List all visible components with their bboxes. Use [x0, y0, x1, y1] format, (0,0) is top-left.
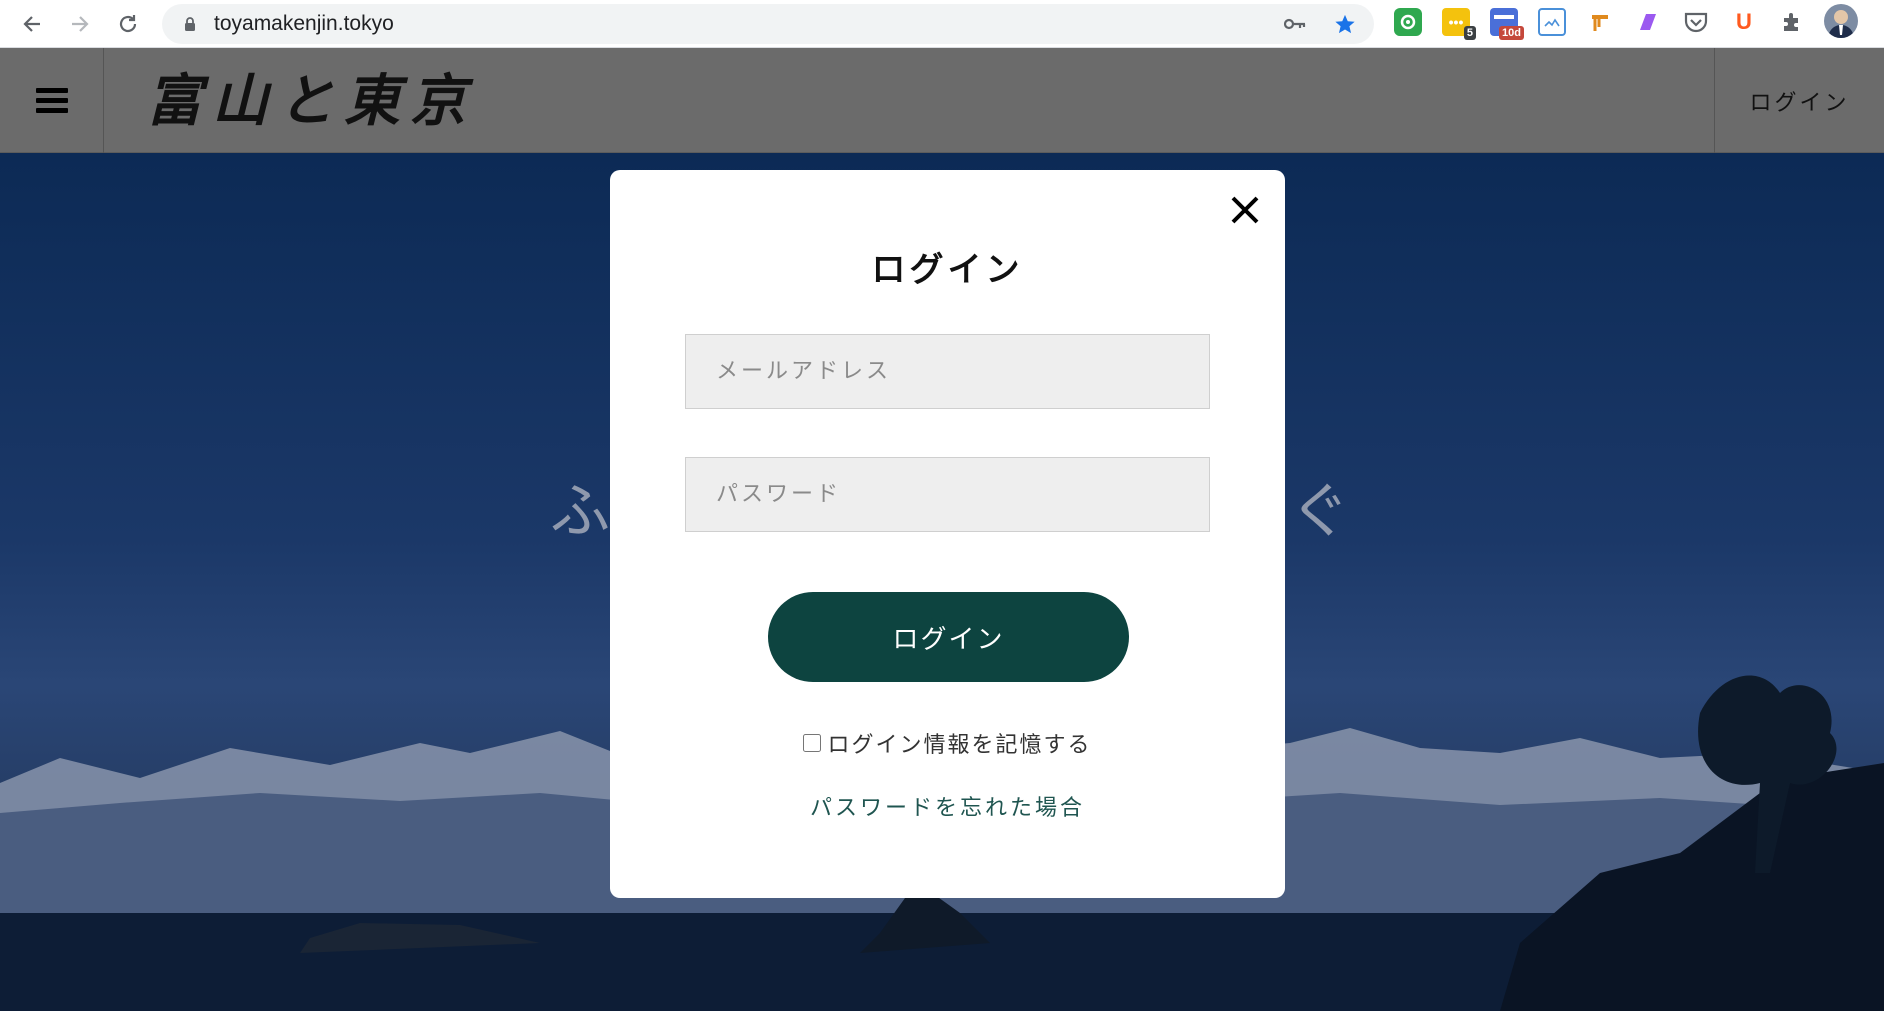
close-icon[interactable]: [1225, 190, 1265, 230]
site-logo-text: 富山と東京: [146, 68, 476, 134]
hero-tagline: ふ: [550, 477, 610, 547]
puzzle-icon[interactable]: [1778, 8, 1806, 36]
forgot-password-link[interactable]: パスワードを忘れた場合: [610, 790, 1285, 822]
email-field[interactable]: [685, 334, 1210, 409]
login-modal: ログイン ログイン ログイン情報を記憶する パスワードを忘れた場合: [610, 170, 1285, 898]
remember-me-checkbox[interactable]: [803, 734, 822, 752]
site-header: 富山と東京 ログイン: [0, 48, 1884, 153]
screenshot-ext-icon[interactable]: [1538, 8, 1566, 36]
hamburger-menu-icon[interactable]: [0, 48, 104, 153]
forward-icon[interactable]: [56, 0, 104, 48]
brush-ext-icon[interactable]: [1586, 8, 1614, 36]
header-login-area: ログイン: [1714, 48, 1884, 153]
lock-icon: [185, 17, 195, 31]
u-ext-icon[interactable]: U: [1730, 8, 1758, 36]
browser-toolbar: toyamakenjin.tokyo ••• 5 10d U: [0, 0, 1884, 48]
url-text: toyamakenjin.tokyo: [214, 12, 394, 35]
green-circle-ext-icon[interactable]: [1394, 8, 1422, 36]
remember-me: ログイン情報を記憶する: [610, 727, 1285, 759]
pocket-ext-icon[interactable]: [1682, 8, 1710, 36]
hero-tagline-end: ぐ: [1290, 477, 1350, 547]
profile-avatar[interactable]: [1824, 4, 1858, 38]
bookmark-star-icon[interactable]: [1334, 13, 1356, 35]
key-icon[interactable]: [1284, 13, 1306, 35]
reload-icon[interactable]: [104, 0, 152, 48]
login-submit-button[interactable]: ログイン: [768, 592, 1129, 682]
back-icon[interactable]: [8, 0, 56, 48]
remember-me-label[interactable]: ログイン情報を記憶する: [827, 727, 1091, 759]
address-bar[interactable]: toyamakenjin.tokyo: [162, 4, 1374, 44]
calendar-ext-icon[interactable]: 10d: [1490, 8, 1524, 40]
chat-ext-icon[interactable]: ••• 5: [1442, 8, 1476, 40]
modal-title: ログイン: [871, 250, 1024, 290]
purple-ext-icon[interactable]: [1634, 8, 1662, 36]
site-logo[interactable]: 富山と東京: [146, 68, 476, 134]
header-login-link[interactable]: ログイン: [1749, 85, 1849, 117]
password-field[interactable]: [685, 457, 1210, 532]
